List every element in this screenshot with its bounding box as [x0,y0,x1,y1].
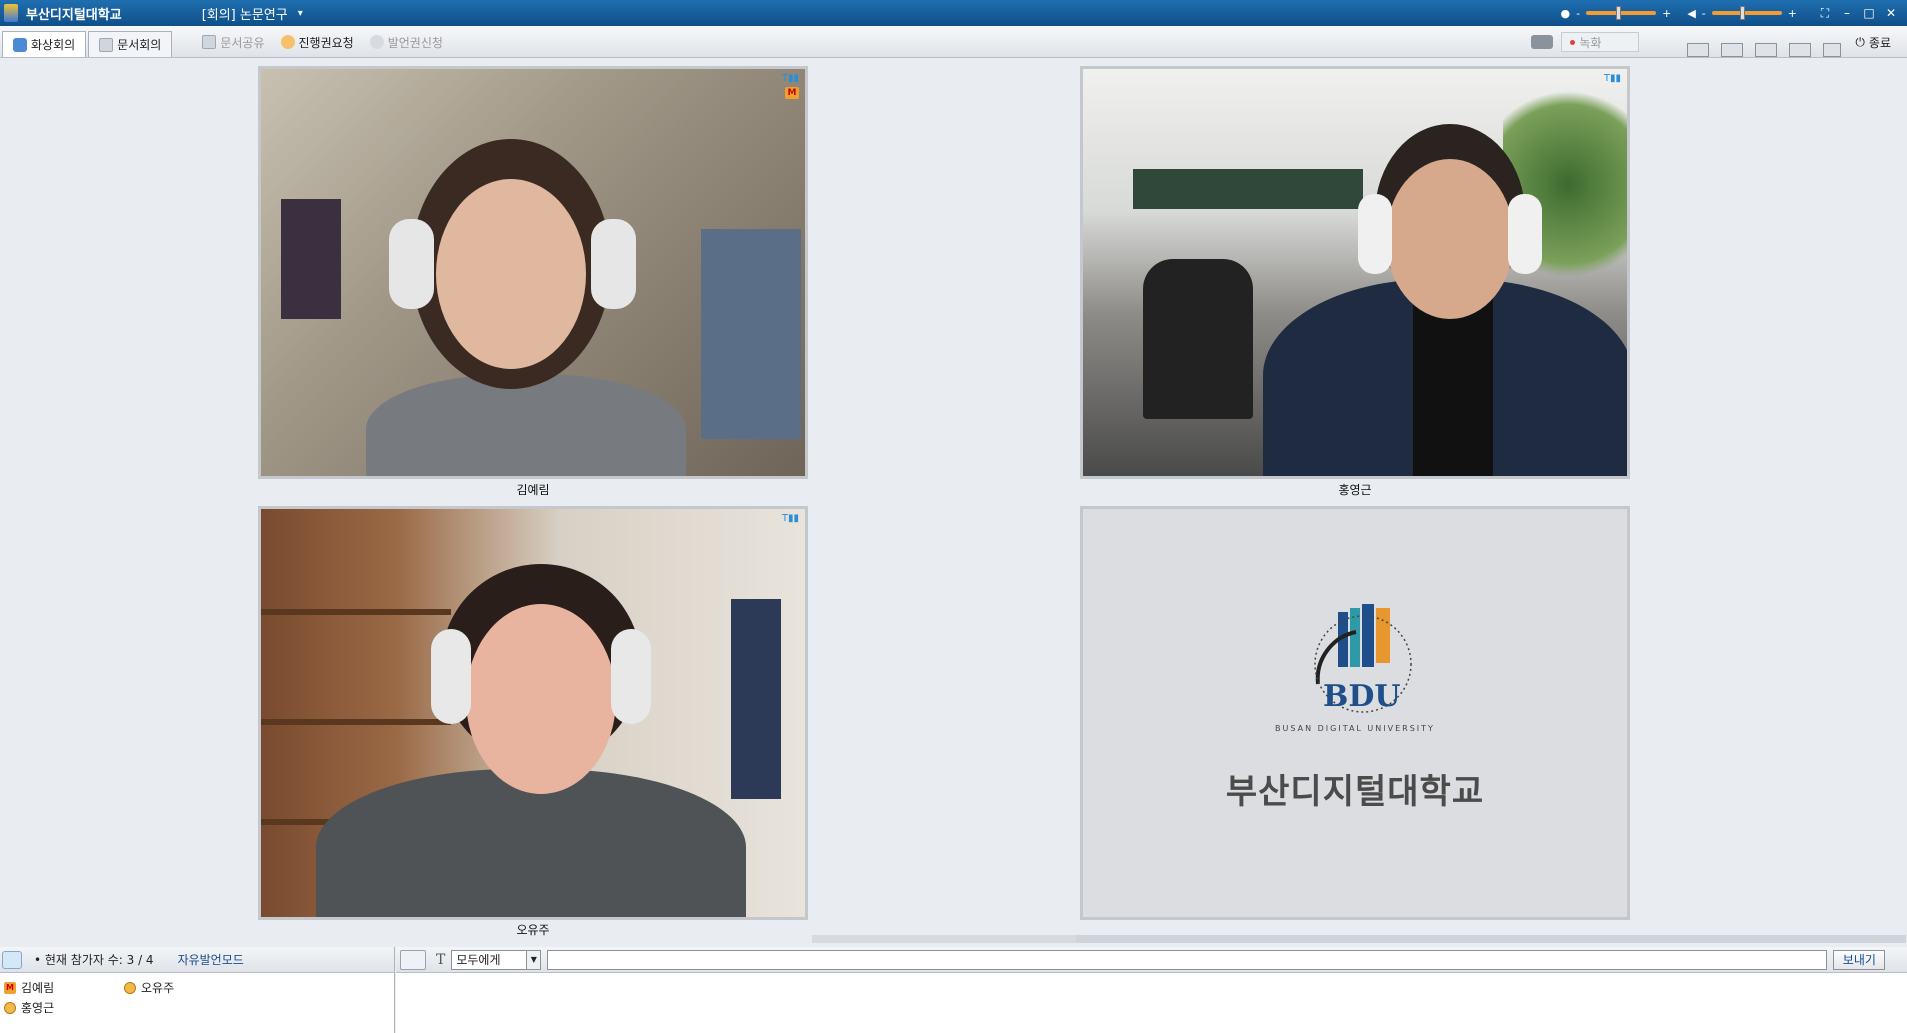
empty-slot-logo-tile: BDU BUSAN DIGITAL UNIVERSITY 부산디지털대학교 [1080,506,1630,920]
chat-panel: T 모두에게 ▼ 보내기 [396,947,1907,1033]
exit-label: 종료 [1868,35,1891,50]
tab-document-conference[interactable]: 문서회의 [88,31,173,57]
hand-icon [280,35,295,49]
video-tile-1[interactable]: T▮▮ M [258,66,808,479]
settings-icon[interactable] [1823,43,1842,57]
video-tile-2[interactable]: T▮▮ [1080,66,1630,479]
layout-grid-icon[interactable] [1755,43,1778,57]
request-control-button[interactable]: 진행권요청 [273,27,362,57]
user-icon [4,1001,16,1014]
meeting-title[interactable]: [회의] 논문연구 [202,4,288,23]
video-tile-3[interactable]: T▮▮ [258,506,808,920]
window-controls: ● - + ◀ - + ⛶ – □ ✕ [1561,0,1899,26]
document-share-button[interactable]: 문서공유 [194,27,272,57]
layout-2-icon[interactable] [1721,43,1744,57]
bdu-ring-text: BUSAN DIGITAL UNIVERSITY [1275,724,1435,733]
tool-label: 진행권요청 [298,35,354,50]
title-bar: 부산디지털대학교 [회의] 논문연구 ▾ ● - + ◀ - + ⛶ – □ ✕ [0,0,1907,26]
participant-name: 김예림 [21,981,55,995]
participants-header: • 현재 참가자 수: 3 / 4 자유발언모드 [0,947,394,973]
app-logo-icon [4,4,18,22]
record-dot-icon [1570,39,1576,45]
users-icon[interactable] [2,950,22,969]
user-icon [124,981,136,994]
speaking-mode[interactable]: 자유발언모드 [178,951,244,968]
app-title: 부산디지털대학교 [26,7,122,23]
speaker-volume-slider[interactable] [1711,6,1782,20]
participant-name: 홍영근 [21,1001,55,1015]
tab-video-conference[interactable]: 화상회의 [2,31,87,57]
fullscreen-icon[interactable]: ⛶ [1817,6,1833,21]
maximize-icon[interactable]: □ [1861,6,1877,20]
chat-toolbar: T 모두에게 ▼ 보내기 [396,947,1907,973]
speaker-icon: ◀ [1687,6,1696,20]
record-label: 녹화 [1579,35,1602,50]
send-button[interactable]: 보내기 [1833,949,1886,970]
document-icon [99,37,114,52]
exit-icon: ⏻ [1855,34,1865,49]
chat-target-select[interactable]: 모두에게 ▼ [451,949,542,970]
layout-1-icon[interactable] [1687,43,1710,57]
host-badge-icon: M [4,981,16,994]
list-item[interactable]: 홍영근 [4,999,54,1016]
video-name-3: 오유주 [516,923,550,937]
record-button[interactable]: 녹화 [1561,32,1640,52]
font-icon[interactable]: T [436,952,445,968]
chevron-down-icon[interactable]: ▼ [526,950,541,969]
host-badge-icon: M [785,87,799,99]
minimize-icon[interactable]: – [1839,6,1855,20]
request-speak-button[interactable]: 발언권신청 [362,27,451,57]
tool-label: 발언권신청 [387,35,443,50]
tab-label: 화상회의 [31,38,76,52]
cassette-icon [1531,35,1554,49]
tab-label: 문서회의 [117,38,162,52]
scroll-divider[interactable] [812,935,1076,943]
chat-input[interactable] [547,949,1828,970]
record-controls: 녹화 [1523,27,1647,57]
tool-label: 문서공유 [220,35,265,50]
meeting-dropdown-icon[interactable]: ▾ [298,8,303,19]
mic-volume-slider[interactable] [1586,6,1657,20]
participant-count: • 현재 참가자 수: 3 / 4 [34,953,154,967]
video-name-1: 김예림 [516,483,550,497]
school-name: 부산디지털대학교 [1225,772,1485,812]
close-icon[interactable]: ✕ [1883,6,1899,20]
zoom-icon[interactable] [400,949,426,970]
layout-full-icon[interactable] [1789,43,1812,57]
participant-name: 오유주 [141,981,175,995]
toolbar: 화상회의 문서회의 문서공유 진행권요청 발언권신청 녹화 ⏻ 종료 [0,26,1907,58]
signal-strength-icon: T▮▮ [781,73,799,84]
raise-hand-icon [369,35,384,49]
chat-target-value: 모두에게 [456,953,501,967]
video-name-2: 홍영근 [1338,483,1372,497]
scroll-divider[interactable] [1076,935,1906,943]
list-item[interactable]: M 김예림 [4,979,54,996]
exit-button[interactable]: ⏻ 종료 [1847,27,1899,57]
signal-strength-icon: T▮▮ [1603,73,1621,84]
bdu-logo-text: BDU [1323,679,1401,714]
document-share-icon [202,35,217,49]
microphone-icon: ● [1560,6,1571,20]
camera-icon [13,37,27,52]
list-item[interactable]: 오유주 [124,979,174,996]
signal-strength-icon: T▮▮ [781,513,799,524]
participants-panel: • 현재 참가자 수: 3 / 4 자유발언모드 M 김예림 오유주 홍영근 [0,947,395,1033]
chat-messages-area[interactable] [396,973,1907,1033]
